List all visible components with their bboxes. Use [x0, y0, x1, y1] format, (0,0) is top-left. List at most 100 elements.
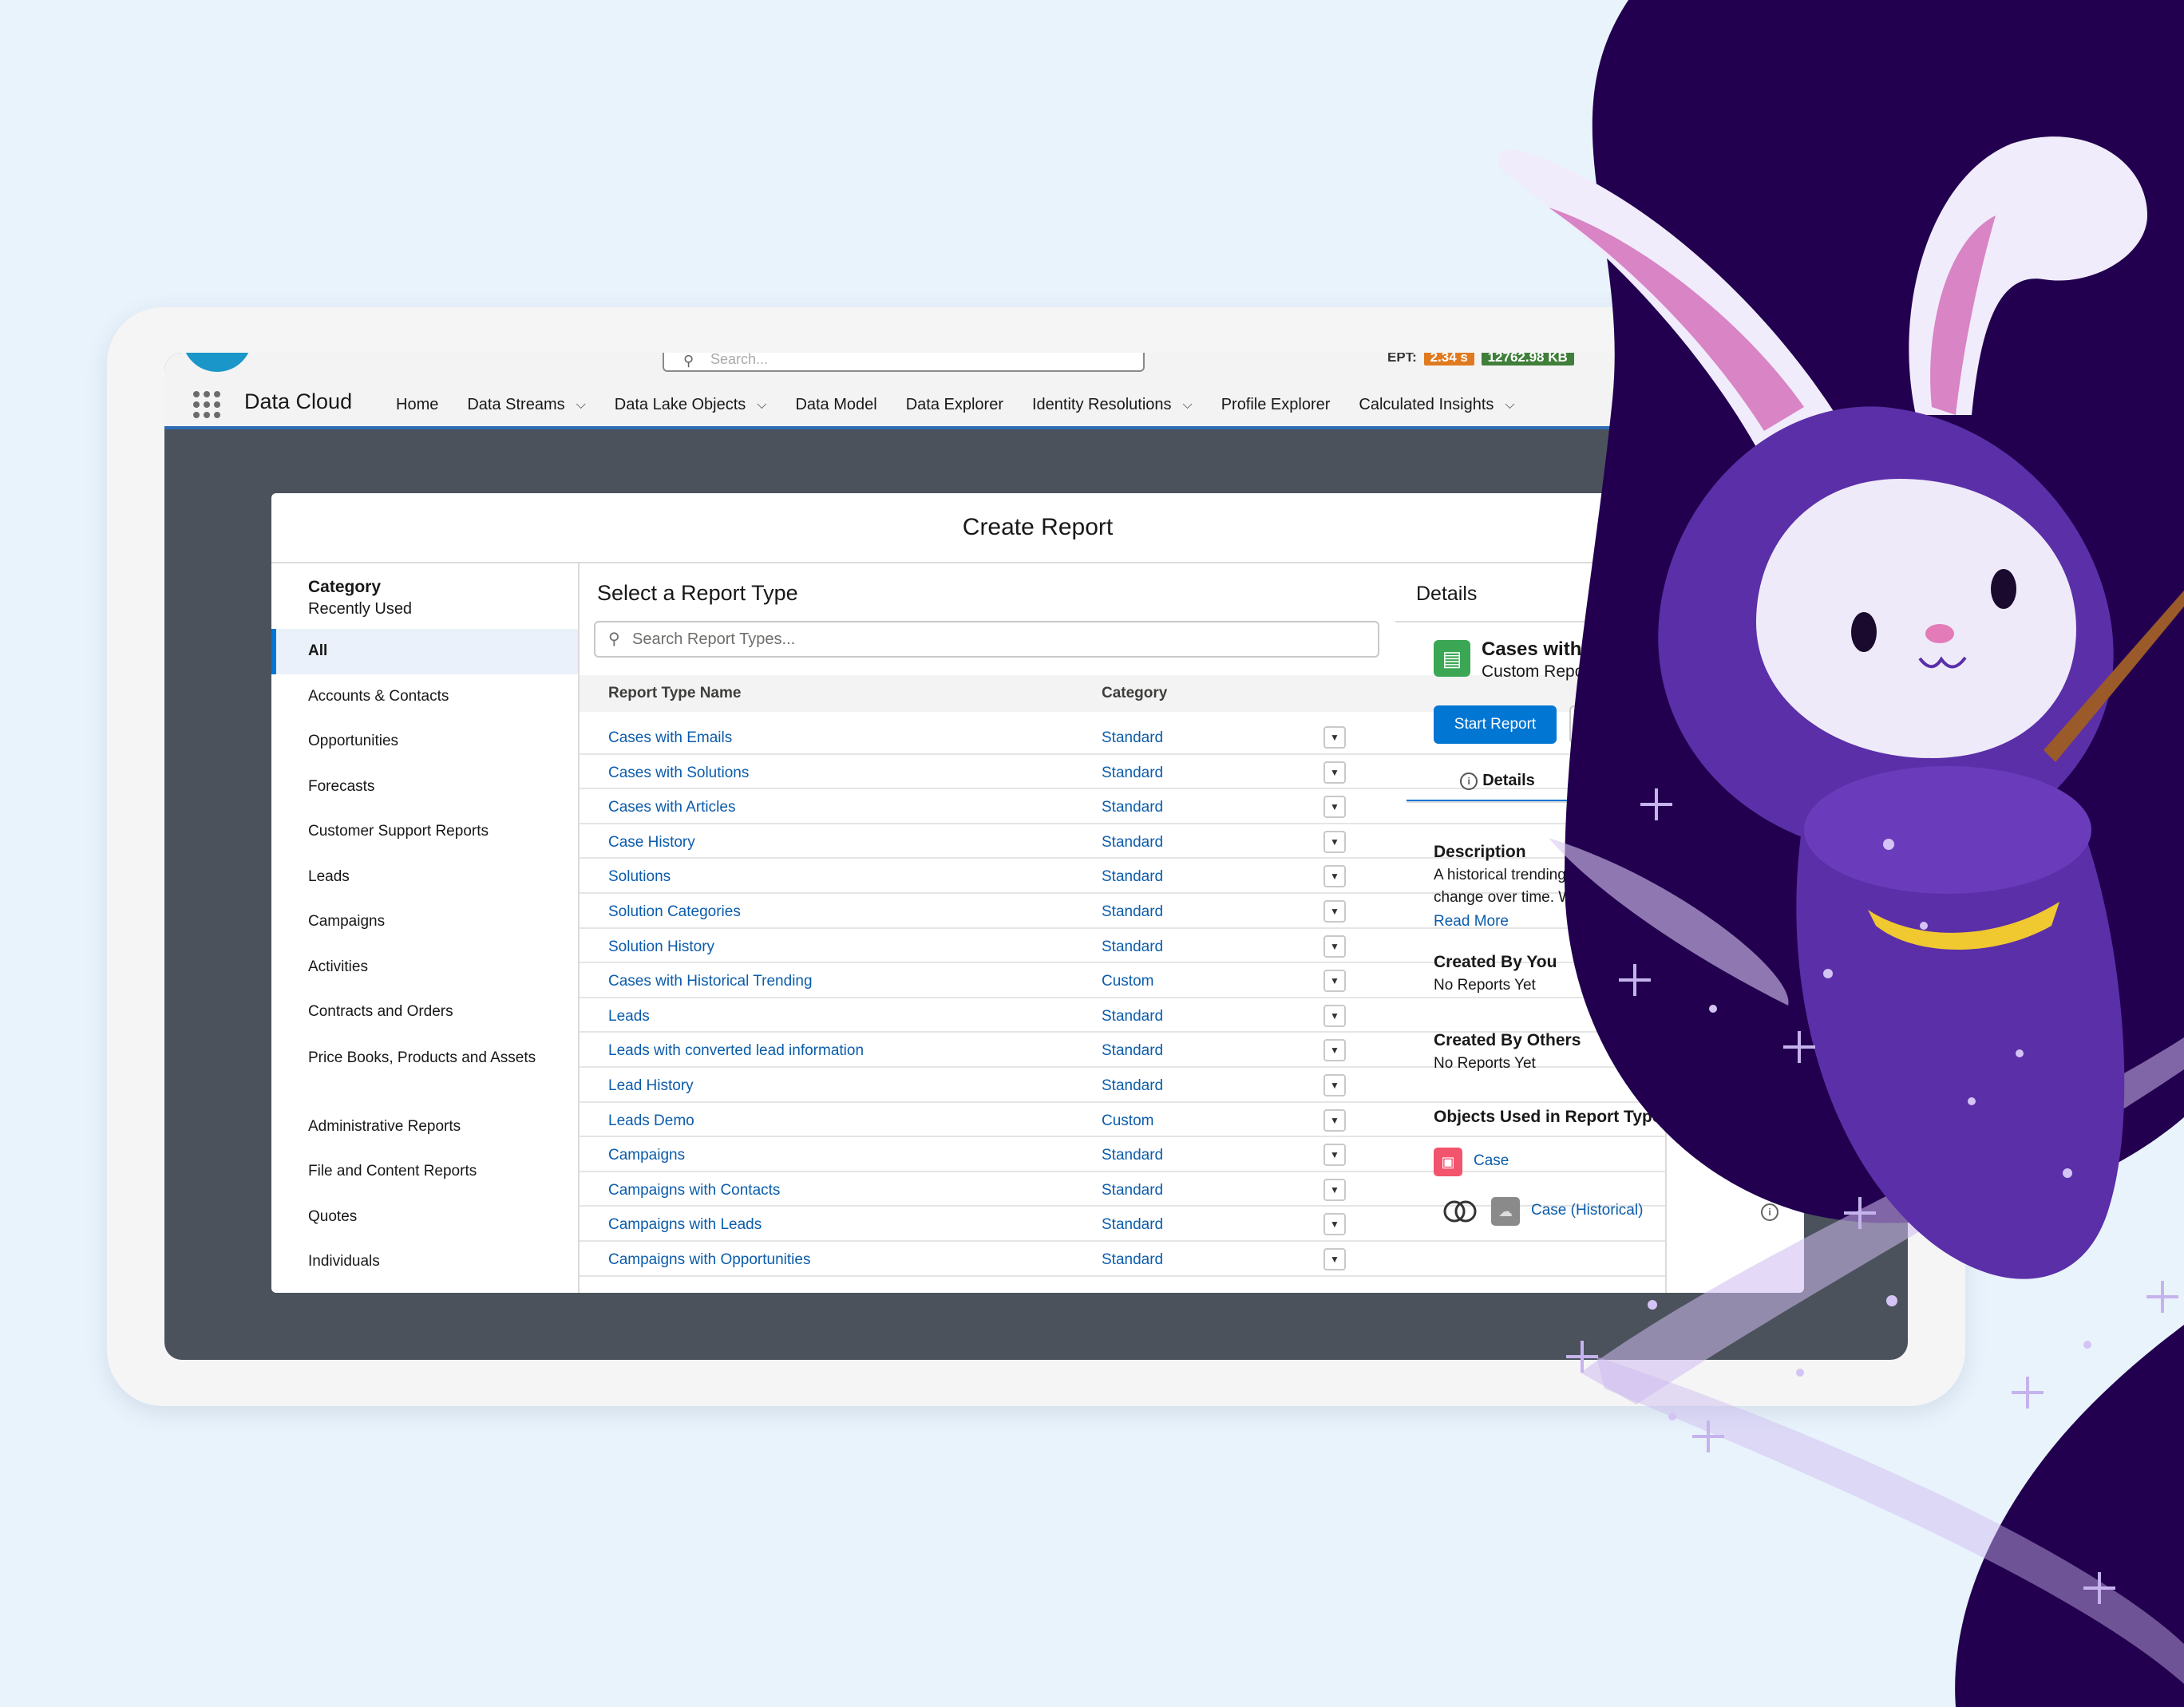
nav-item-data-model[interactable]: Data Model — [795, 396, 876, 414]
category-item-leads[interactable]: Leads — [271, 855, 578, 900]
global-search-input[interactable]: ⚲ Search... — [663, 353, 1145, 372]
info-icon[interactable]: i — [1761, 1203, 1778, 1221]
ept-size-badge: 12762.98 KB — [1481, 353, 1574, 366]
category-item-individuals[interactable]: Individuals — [271, 1239, 578, 1285]
category-item-opportunities[interactable]: Opportunities — [271, 719, 578, 765]
category-item-price-books-products-and-assets[interactable]: Price Books, Products and Assets — [271, 1035, 578, 1104]
report-type-name-link[interactable]: Cases with Emails — [608, 729, 732, 747]
nav-item-data-streams[interactable]: Data Streams ⌵ — [467, 396, 585, 414]
global-search-placeholder: Search... — [710, 353, 769, 367]
report-type-name-link[interactable]: Cases with Solutions — [608, 765, 749, 782]
info-icon: i — [1460, 772, 1478, 790]
read-more-link[interactable]: Read More — [1434, 913, 1509, 931]
app-launcher-icon[interactable] — [193, 391, 220, 418]
nav-item-profile-explorer[interactable]: Profile Explorer — [1221, 396, 1331, 414]
row-actions-button[interactable]: ▼ — [1323, 1178, 1346, 1201]
report-type-name-link[interactable]: Campaigns with Opportunities — [608, 1251, 810, 1269]
report-type-category: Standard — [1102, 1042, 1164, 1060]
start-report-button[interactable]: Start Report — [1434, 705, 1557, 744]
ept-indicator: EPT: 2.34 s 12762.98 KB — [1387, 353, 1574, 366]
chevron-down-icon[interactable]: ⌵ — [757, 398, 766, 413]
night-sky-lower-shape — [1955, 1325, 2184, 1707]
nav-item-data-lake-objects[interactable]: Data Lake Objects ⌵ — [615, 396, 767, 414]
row-actions-button[interactable]: ▼ — [1323, 1073, 1346, 1097]
row-actions-button[interactable]: ▼ — [1323, 1108, 1346, 1132]
nav-item-label: Data Model — [795, 396, 877, 413]
nav-item-identity-resolutions[interactable]: Identity Resolutions ⌵ — [1032, 396, 1193, 414]
category-item-accounts-contacts[interactable]: Accounts & Contacts — [271, 674, 578, 720]
nav-item-data-explorer[interactable]: Data Explorer — [906, 396, 1003, 414]
case-object-icon: ▣ — [1434, 1148, 1462, 1176]
list-icon: ☰ — [1633, 772, 1648, 789]
object-case-historical-link[interactable]: Case (Historical) — [1531, 1202, 1643, 1219]
join-icon — [1442, 1199, 1478, 1224]
row-actions-button[interactable]: ▼ — [1323, 796, 1346, 819]
report-type-name-link[interactable]: Cases with Historical Trending — [608, 973, 813, 990]
category-item-forecasts[interactable]: Forecasts — [271, 765, 578, 810]
category-header: Category Recently Used — [308, 578, 412, 618]
category-item-quotes[interactable]: Quotes — [271, 1195, 578, 1240]
category-item-file-and-content-reports[interactable]: File and Content Reports — [271, 1149, 578, 1195]
report-type-name-link[interactable]: Solution History — [608, 938, 714, 956]
category-item-all[interactable]: All — [271, 629, 578, 674]
row-actions-button[interactable]: ▼ — [1323, 1213, 1346, 1236]
row-actions-button[interactable]: ▼ — [1323, 899, 1346, 923]
report-type-name-link[interactable]: Leads — [608, 1008, 650, 1025]
category-item-customer-support-reports[interactable]: Customer Support Reports — [271, 809, 578, 855]
report-type-name-link[interactable]: Leads Demo — [608, 1112, 694, 1130]
category-item-activities[interactable]: Activities — [271, 945, 578, 990]
row-actions-button[interactable]: ▼ — [1323, 935, 1346, 958]
category-item-campaigns[interactable]: Campaigns — [271, 899, 578, 945]
row-actions-button[interactable]: ▼ — [1323, 1247, 1346, 1270]
category-item-administrative-reports[interactable]: Administrative Reports — [271, 1104, 578, 1150]
more-actions-button[interactable]: ▼ — [1569, 705, 1608, 744]
right-eye — [1991, 569, 2016, 609]
search-icon: ⚲ — [683, 353, 694, 369]
nav-item-home[interactable]: Home — [396, 396, 438, 414]
category-list: All Accounts & Contacts Opportunities Forec… — [271, 629, 578, 1285]
report-type-name-link[interactable]: Campaigns with Leads — [608, 1216, 762, 1234]
chevron-down-icon[interactable]: ⌵ — [1183, 398, 1193, 413]
report-type-search-input[interactable]: ⚲ Search Report Types... — [594, 621, 1379, 658]
chevron-down-icon[interactable]: ⌵ — [576, 398, 586, 413]
report-type-name-link[interactable]: Case History — [608, 834, 695, 852]
created-by-others-value: No Reports Yet — [1434, 1055, 1536, 1072]
row-actions-button[interactable]: ▼ — [1323, 830, 1346, 853]
category-item-contracts-and-orders[interactable]: Contracts and Orders — [271, 990, 578, 1035]
created-by-others-title: Created By Others — [1434, 1031, 1581, 1049]
nav-item-calculated-insights[interactable]: Calculated Insights ⌵ — [1359, 396, 1514, 414]
report-type-name-link[interactable]: Solutions — [608, 868, 671, 886]
row-actions-button[interactable]: ▼ — [1323, 865, 1346, 888]
report-type-name-link[interactable]: Campaigns with Contacts — [608, 1182, 780, 1199]
category-recently-used[interactable]: Recently Used — [308, 600, 412, 618]
row-actions-button[interactable]: ▼ — [1323, 1004, 1346, 1027]
row-actions-button[interactable]: ▼ — [1323, 970, 1346, 993]
report-type-name-link[interactable]: Campaigns — [608, 1147, 685, 1164]
report-type-name-link[interactable]: Cases with Articles — [608, 799, 735, 816]
description-line-2: change over time. When you compare... — [1434, 889, 1703, 906]
tab-details-label: Details — [1482, 772, 1535, 789]
column-header-name[interactable]: Report Type Name — [608, 685, 741, 702]
report-type-kind: Custom Report Type — [1482, 662, 1636, 681]
report-type-category: Standard — [1102, 833, 1164, 851]
tab-details[interactable]: i Details — [1407, 766, 1589, 803]
row-actions-button[interactable]: ▼ — [1323, 1039, 1346, 1062]
report-type-name-link[interactable]: Leads with converted lead information — [608, 1042, 864, 1060]
nav-item-label: Data Streams — [467, 396, 565, 413]
report-type-category: Custom — [1102, 1112, 1154, 1129]
tab-fields[interactable]: ☰ Fields (38) — [1633, 766, 1727, 803]
chevron-down-icon[interactable]: ⌵ — [1505, 398, 1514, 413]
salesforce-logo — [182, 353, 252, 372]
modal-title: Create Report — [271, 493, 1804, 563]
row-actions-button[interactable]: ▼ — [1323, 1144, 1346, 1167]
report-type-name-link[interactable]: Solution Categories — [608, 903, 741, 921]
report-type-name-link[interactable]: Lead History — [608, 1077, 694, 1095]
nav-item-label: Calculated Insights — [1359, 396, 1494, 413]
object-case-link[interactable]: Case — [1474, 1152, 1509, 1170]
row-actions-button[interactable]: ▼ — [1323, 726, 1346, 749]
column-header-category[interactable]: Category — [1102, 685, 1167, 702]
app-name: Data Cloud — [244, 389, 353, 413]
details-content: Details ▤ Cases with Historical Trendin … — [1395, 563, 1826, 1291]
ept-time-badge: 2.34 s — [1423, 353, 1474, 366]
row-actions-button[interactable]: ▼ — [1323, 761, 1346, 784]
